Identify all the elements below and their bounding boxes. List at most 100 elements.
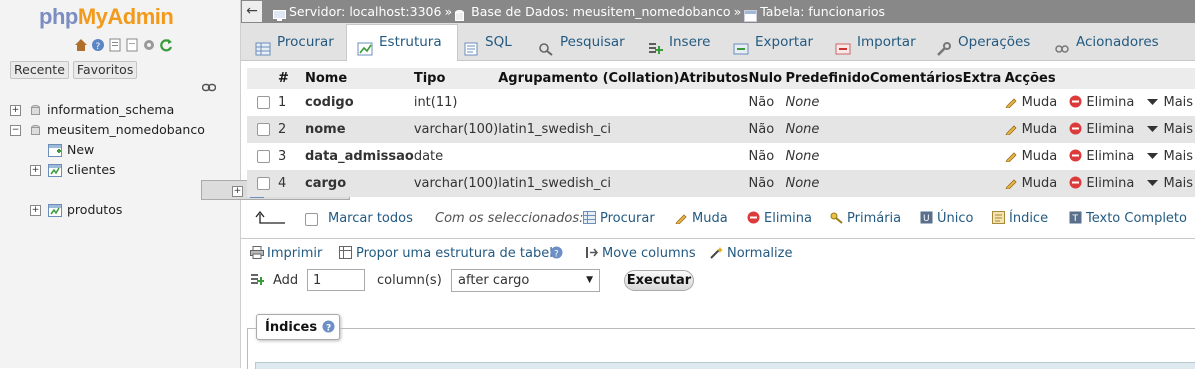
col-header[interactable]: Nome [305,68,414,89]
tab-operacoes[interactable]: Operações [936,25,1030,59]
bulk-index[interactable]: Índice [992,211,1048,226]
help-icon[interactable]: ? [91,38,105,52]
normalize-link[interactable]: Normalize [710,246,792,261]
more-dropdown[interactable]: Mais [1146,149,1193,164]
row-checkbox[interactable] [257,123,270,136]
tree-item-information-schema[interactable]: + information_schema [0,100,240,120]
bulk-unique[interactable]: U Único [920,211,973,226]
help-icon[interactable]: ? [322,320,335,334]
back-arrow-icon[interactable]: ← [242,1,262,22]
collapse-icon[interactable]: − [10,125,21,136]
tab-acionadores[interactable]: Acionadores [1054,25,1159,59]
col-header[interactable]: Extra [962,68,1005,89]
drop-action[interactable]: Elimina [1069,176,1134,191]
more-dropdown[interactable]: Mais [1146,95,1193,110]
breadcrumb-database[interactable]: Base de Dados: meusitem_nomedobanco [471,0,730,23]
tab-estrutura[interactable]: Estrutura [346,24,458,61]
col-header[interactable]: Agrupamento (Collation) [498,68,680,89]
expand-icon[interactable]: + [30,165,41,176]
tree-item-meusitem-nomedobanco[interactable]: − meusitem_nomedobanco [0,120,240,140]
change-action[interactable]: Muda [1004,95,1057,110]
expand-icon[interactable]: + [30,205,41,216]
tab-importar[interactable]: Importar [835,25,916,59]
column-count-input[interactable]: 1 [307,269,365,291]
svg-text:?: ? [326,324,331,334]
breadcrumb-table[interactable]: Tabela: funcionarios [760,0,885,23]
column-position-select[interactable]: after cargo ▼ [451,269,600,292]
col-header[interactable]: Tipo [413,68,499,89]
help-icon[interactable]: ? [550,246,563,263]
tab-sql[interactable]: SQL [463,25,512,59]
bulk-drop[interactable]: Elimina [747,211,812,226]
col-header[interactable]: Comentários [869,68,963,89]
table-row: 1 codigo int(11) Não None Muda Elimina M… [247,89,1195,116]
print-link[interactable]: Imprimir [250,246,322,261]
tab-procurar[interactable]: Procurar [255,25,334,59]
sql-docs-icon[interactable] [125,38,139,52]
column-collation: latin1_swedish_ci [498,116,680,143]
search-icon [538,35,554,56]
pencil-icon [1004,122,1018,136]
settings-gear-icon[interactable] [142,38,156,52]
column-attributes [679,89,749,116]
drop-action[interactable]: Elimina [1069,95,1134,110]
more-dropdown[interactable]: Mais [1146,122,1193,137]
check-all-checkbox[interactable] [305,212,318,227]
docs-icon[interactable] [108,38,122,52]
col-header[interactable]: Predefinido [785,68,870,89]
change-action[interactable]: Muda [1004,149,1057,164]
check-all-label[interactable]: Marcar todos [328,211,413,226]
execute-button[interactable]: Executar [624,270,694,291]
pencil-icon [1004,95,1018,109]
more-dropdown[interactable]: Mais [1146,176,1193,191]
divider [241,238,1195,239]
tree-item-label[interactable]: information_schema [47,100,174,120]
link-with-main-panel-icon[interactable] [201,81,217,92]
column-comments [869,170,963,197]
tab-exportar[interactable]: Exportar [733,25,813,59]
tree-item-produtos[interactable]: + produtos [0,200,240,220]
col-header[interactable]: # [278,68,305,89]
bulk-primary[interactable]: Primária [830,211,901,226]
tab-pesquisar[interactable]: Pesquisar [538,25,625,59]
breadcrumb-server[interactable]: Servidor: localhost:3306 [289,0,441,23]
favorites-tab[interactable]: Favoritos [72,61,138,79]
phpmyadmin-logo[interactable]: phpMyAdmin [39,4,174,30]
triggers-icon [1054,35,1070,53]
tree-item-new-table[interactable]: New [0,140,240,160]
tree-item-label[interactable]: produtos [67,200,122,220]
change-action[interactable]: Muda [1004,122,1057,137]
bulk-browse[interactable]: Procurar [583,211,655,226]
col-header[interactable]: Nulo [748,68,786,89]
drop-action[interactable]: Elimina [1069,149,1134,164]
export-icon [733,35,749,55]
col-header[interactable]: Atributos [679,68,749,89]
tree-item-label[interactable]: clientes [67,160,116,180]
row-checkbox[interactable] [257,96,270,109]
bulk-fulltext[interactable]: T Texto Completo [1069,211,1187,226]
recent-tab[interactable]: Recente [10,61,69,79]
change-action[interactable]: Muda [1004,176,1057,191]
move-columns-link[interactable]: Move columns [585,246,696,261]
table-row: 3 data_admissao date Não None Muda Elimi… [247,143,1195,170]
column-null: Não [748,116,786,143]
tree-item-clientes[interactable]: + clientes [0,160,240,180]
svg-text:?: ? [554,250,559,260]
tree-item-label[interactable]: New [67,140,94,160]
bulk-change[interactable]: Muda [675,211,728,226]
propose-structure-link[interactable]: Propor uma estrutura de tabela [339,246,561,261]
tab-insere[interactable]: Insere [647,25,710,59]
home-icon[interactable] [74,38,88,52]
table-icon [48,163,62,177]
tree-item-label[interactable]: meusitem_nomedobanco [47,120,205,140]
dropdown-arrow-icon: ▼ [586,275,593,285]
reload-icon[interactable] [159,38,173,52]
row-checkbox[interactable] [257,150,270,163]
fulltext-icon: T [1069,211,1082,224]
indexes-legend[interactable]: Índices ? [256,314,340,340]
wrench-icon [936,35,952,56]
row-checkbox[interactable] [257,177,270,190]
expand-icon[interactable]: + [10,105,21,116]
database-icon [31,123,40,135]
drop-action[interactable]: Elimina [1069,122,1134,137]
